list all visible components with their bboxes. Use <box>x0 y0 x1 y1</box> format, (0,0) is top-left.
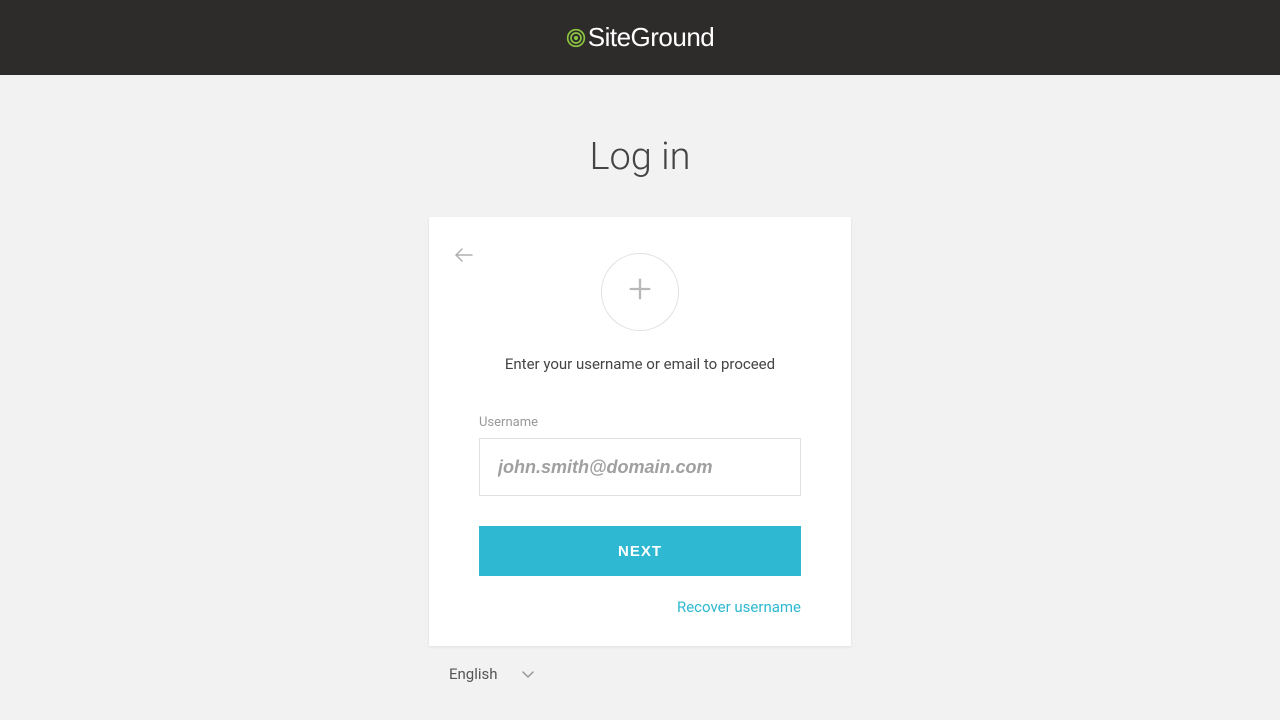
logo-spiral-icon <box>566 28 586 48</box>
recover-username-link[interactable]: Recover username <box>479 598 801 616</box>
next-button[interactable]: NEXT <box>479 526 801 576</box>
avatar-placeholder <box>601 253 679 331</box>
instruction-text: Enter your username or email to proceed <box>479 355 801 373</box>
brand-logo[interactable]: SiteGround <box>566 22 715 53</box>
language-label: English <box>449 665 498 683</box>
page-title: Log in <box>589 135 690 179</box>
username-input[interactable] <box>479 438 801 496</box>
plus-icon <box>626 275 654 309</box>
username-label: Username <box>479 415 801 430</box>
brand-name: SiteGround <box>588 22 715 53</box>
login-card: Enter your username or email to proceed … <box>429 217 851 646</box>
chevron-down-icon <box>522 664 534 683</box>
back-button[interactable] <box>455 247 473 261</box>
main-content: Log in Enter your username or email to p… <box>0 75 1280 683</box>
language-selector[interactable]: English <box>429 664 851 683</box>
app-header: SiteGround <box>0 0 1280 75</box>
